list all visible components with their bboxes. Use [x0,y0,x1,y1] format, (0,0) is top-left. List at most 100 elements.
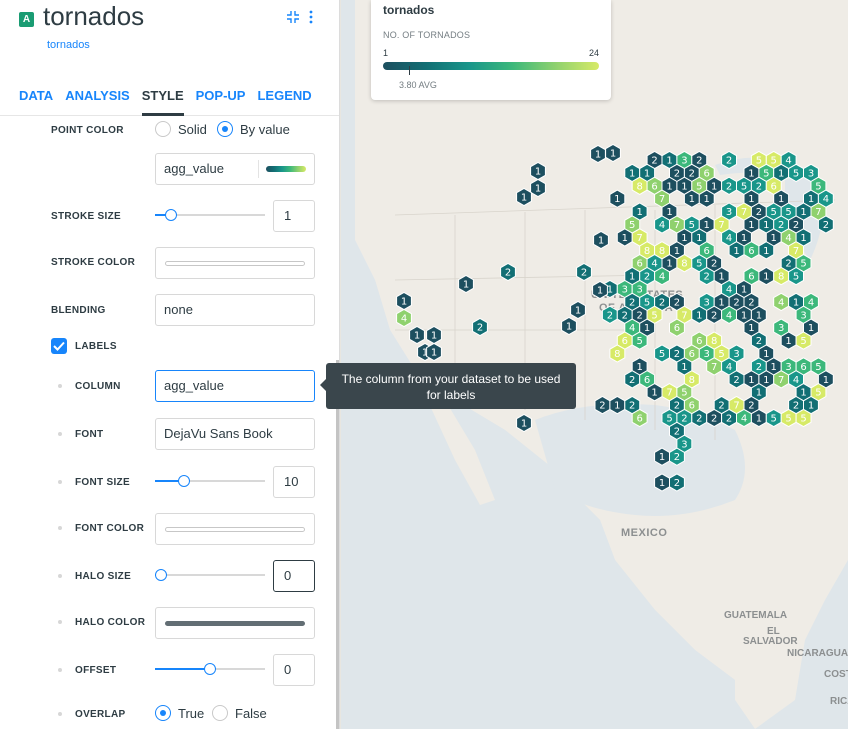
hexbin-label: 2 [726,414,732,425]
tab-pop-up[interactable]: POP-UP [196,88,246,116]
hexbin-label: 5 [644,297,650,308]
point-color-field-select[interactable]: agg_value [155,153,315,185]
map-label-rica: RICA [830,696,848,707]
radio-dot-selected[interactable] [155,705,171,721]
label-halo-color-picker[interactable] [155,607,315,639]
collapse-icon[interactable] [286,10,300,29]
hexbin-label: 2 [629,401,635,412]
hexbin-label: 1 [674,246,680,257]
hexbin-label: 2 [674,478,680,489]
hexbin-label: 4 [793,375,799,386]
hexbin-label: 5 [793,272,799,283]
tab-data[interactable]: DATA [19,88,53,116]
map-label-mexico: MEXICO [621,527,667,539]
hexbin-label: 1 [733,246,739,257]
hexbin-label: 7 [718,220,724,231]
hexbin-label: 1 [629,272,635,283]
tab-style[interactable]: STYLE [141,88,184,116]
layer-title[interactable]: tornados [43,1,144,32]
slider-handle[interactable] [204,663,216,675]
hexbin-label: 1 [741,233,747,244]
label-font-select[interactable]: DejaVu Sans Book [155,418,315,450]
labels-checkbox[interactable] [51,338,67,354]
hexbin-label: 2 [711,414,717,425]
hexbin-label: 1 [778,194,784,205]
hexbin-label: 3 [808,168,814,179]
map-label-salvador: SALVADOR [743,636,798,647]
hexbin-label: 2 [756,362,762,373]
hexbin-label: 7 [815,207,821,218]
label-font-color-picker[interactable] [155,513,315,545]
more-vertical-icon[interactable] [309,10,313,29]
hexbin-label: 2 [581,268,587,279]
stroke-color-picker[interactable] [155,247,315,279]
hexbin-label: 1 [711,181,717,192]
hexbin-label: 1 [741,285,747,296]
hexbin-label: 1 [748,375,754,386]
hexbin-label: 1 [414,331,420,342]
hexbin-label: 8 [689,375,695,386]
hexbin-label: 5 [659,349,665,360]
hexbin-label: 1 [610,149,616,160]
hexbin-label: 6 [771,181,777,192]
label-offset-input[interactable]: 0 [273,654,315,686]
hexbin-label: 1 [763,272,769,283]
label-halo-size-input[interactable]: 0 [273,560,315,592]
slider-handle[interactable] [178,475,190,487]
point-color-solid-radio[interactable]: Solid [155,121,207,137]
overlap-false-radio[interactable]: False [212,705,267,721]
hexbin-label: 2 [674,297,680,308]
hexbin-label: 7 [733,401,739,412]
point-color-by-value-radio[interactable]: By value [217,121,290,137]
hexbin-label: 1 [771,362,777,373]
hexbin-label: 5 [800,414,806,425]
hexbin-label: 5 [815,181,821,192]
label-offset-slider[interactable] [155,663,265,675]
hexbin-label: 7 [681,310,687,321]
overlap-true-radio[interactable]: True [155,705,204,721]
hexbin-label: 1 [756,310,762,321]
layer-badge: A [19,12,34,27]
hexbin-label: 2 [756,181,762,192]
label-font-label: FONT [75,429,104,440]
hexbin-label: 2 [778,220,784,231]
stroke-size-input[interactable]: 1 [273,200,315,232]
stroke-size-slider[interactable] [155,209,265,221]
radio-dot-selected[interactable] [217,121,233,137]
radio-dot[interactable] [155,121,171,137]
slider-handle[interactable] [155,569,167,581]
panel-scrollbar[interactable] [336,360,339,729]
label-halo-color-label: HALO COLOR [75,617,146,628]
hexbin-label: 4 [629,323,635,334]
hexbin-label: 5 [815,362,821,373]
label-font-size-input[interactable]: 10 [273,466,315,498]
hexbin-label: 4 [741,414,747,425]
hexbin-label: 1 [689,194,695,205]
map-label-nicaragua: NICARAGUA [787,648,848,659]
radio-dot[interactable] [212,705,228,721]
hexbin-label: 1 [651,388,657,399]
tab-legend[interactable]: LEGEND [257,88,311,116]
hexbin-label: 1 [666,207,672,218]
label-halo-size-slider[interactable] [155,569,265,581]
tab-analysis[interactable]: ANALYSIS [65,88,130,116]
hexbin-label: 6 [696,336,702,347]
hexbin-label: 5 [741,181,747,192]
color-ramp-swatch[interactable] [266,166,306,172]
blending-select[interactable]: none [155,294,315,326]
hexbin-label: 5 [756,156,762,167]
layer-source-link[interactable]: tornados [47,39,90,51]
hexbin-label: 3 [726,207,732,218]
hexbin-label: 7 [666,388,672,399]
hexbin-label: 8 [778,272,784,283]
blending-label: BLENDING [51,305,106,316]
label-font-size-slider[interactable] [155,475,265,487]
label-halo-size-label: HALO SIZE [75,571,132,582]
hexbin-label: 8 [711,336,717,347]
slider-handle[interactable] [165,209,177,221]
label-column-select[interactable]: agg_value [155,370,315,402]
hexbin-label: 1 [521,193,527,204]
hexbin-label: 1 [763,246,769,257]
hexbin-label: 4 [726,310,732,321]
overlap-true-label: True [178,705,205,721]
